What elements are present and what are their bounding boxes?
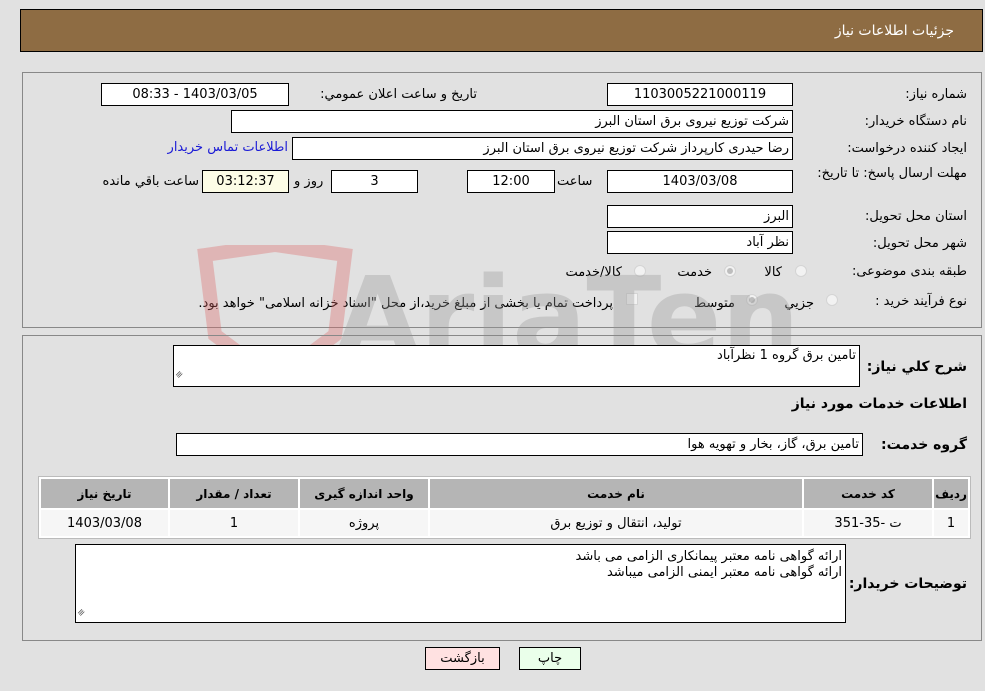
city-label: شهر محل تحویل:: [872, 236, 967, 251]
cell-service-code: ت -35-351: [804, 510, 932, 536]
cell-service-name: تولید، انتقال و توزیع برق: [430, 510, 802, 536]
service-group-label: گروه خدمت:: [881, 437, 967, 453]
page-header: جزئیات اطلاعات نیاز: [20, 9, 983, 52]
category-option-goods: کالا: [764, 265, 782, 280]
table-header-row: ردیف کد خدمت نام خدمت واحد اندازه گیری ت…: [41, 479, 968, 508]
remaining-label: ساعت باقي مانده: [102, 174, 199, 189]
treasury-note: پرداخت تمام یا بخشی از مبلغ خرید،از محل …: [198, 296, 613, 311]
cell-unit: پروژه: [300, 510, 428, 536]
remaining-time-field: 03:12:37: [202, 170, 289, 193]
need-number-field: 1103005221000119: [607, 83, 793, 106]
buyer-org-field: شرکت توزیع نیروی برق استان البرز: [231, 110, 793, 133]
table-row: 1 ت -35-351 تولید، انتقال و توزیع برق پر…: [41, 510, 968, 536]
buyer-contact-link[interactable]: اطلاعات تماس خریدار: [156, 140, 288, 155]
deadline-label: مهلت ارسال پاسخ: تا تاریخ:: [817, 166, 967, 181]
resize-grip-icon[interactable]: ≡: [174, 365, 190, 384]
days-label: روز و: [294, 174, 324, 189]
category-option-goods-service: کالا/خدمت: [565, 265, 622, 280]
city-field: نظر آباد: [607, 231, 793, 254]
category-label: طبقه بندی موضوعی:: [851, 264, 967, 279]
process-label: نوع فرآیند خرید :: [875, 294, 967, 309]
process-radio-minor[interactable]: [826, 294, 838, 306]
cell-quantity: 1: [170, 510, 298, 536]
resize-grip-icon[interactable]: ≡: [76, 605, 90, 622]
announce-field: 1403/03/05 - 08:33: [101, 83, 289, 106]
buyer-notes-label: توضیحات خریدار:: [848, 576, 967, 592]
province-field: البرز: [607, 205, 793, 228]
deadline-time-field: 12:00: [467, 170, 555, 193]
col-unit: واحد اندازه گیری: [300, 479, 428, 508]
need-description-field: تامین برق گروه 1 نظرآباد ≡: [173, 345, 860, 387]
page-title: جزئیات اطلاعات نیاز: [834, 23, 954, 39]
province-label: استان محل تحویل:: [865, 209, 967, 224]
print-button[interactable]: چاپ: [519, 647, 581, 670]
back-button[interactable]: بازگشت: [425, 647, 500, 670]
buyer-note-line: ارائه گواهی نامه معتبر ایمنی الزامی میبا…: [606, 565, 842, 580]
need-description-label: شرح کلي نياز:: [866, 359, 967, 375]
col-need-date: تاریخ نیاز: [41, 479, 168, 508]
service-group-field: تامین برق، گاز، بخار و تهویه هوا: [176, 433, 863, 456]
category-radio-goods-service[interactable]: [634, 265, 646, 277]
process-option-minor: جزيي: [784, 296, 814, 311]
buyer-org-label: نام دستگاه خريدار:: [864, 114, 967, 129]
need-number-label: شماره نیاز:: [905, 87, 967, 102]
col-row-number: ردیف: [934, 479, 968, 508]
process-option-medium: متوسط: [694, 296, 735, 311]
buyer-note-line: ارائه گواهی نامه معتبر پیمانکاری الزامی …: [575, 549, 842, 564]
buyer-notes-field: ارائه گواهی نامه معتبر پیمانکاری الزامی …: [75, 544, 846, 623]
cell-need-date: 1403/03/08: [41, 510, 168, 536]
announce-label: تاریخ و ساعت اعلان عمومي:: [320, 87, 477, 102]
col-quantity: تعداد / مقدار: [170, 479, 298, 508]
services-table-wrapper: ردیف کد خدمت نام خدمت واحد اندازه گیری ت…: [38, 476, 971, 539]
services-heading: اطلاعات خدمات مورد نياز: [791, 396, 967, 412]
col-service-name: نام خدمت: [430, 479, 802, 508]
process-radio-medium[interactable]: [746, 294, 758, 306]
days-field: 3: [331, 170, 418, 193]
cell-row-number: 1: [934, 510, 968, 536]
col-service-code: کد خدمت: [804, 479, 932, 508]
treasury-checkbox[interactable]: [626, 293, 638, 305]
category-option-service: خدمت: [677, 265, 712, 280]
category-radio-goods[interactable]: [795, 265, 807, 277]
need-description-text: تامین برق گروه 1 نظرآباد: [717, 348, 856, 363]
category-radio-service[interactable]: [724, 265, 736, 277]
deadline-time-label: ساعت: [557, 174, 593, 189]
services-table: ردیف کد خدمت نام خدمت واحد اندازه گیری ت…: [39, 477, 970, 538]
creator-label: ایجاد کننده درخواست:: [847, 141, 967, 156]
deadline-date-field: 1403/03/08: [607, 170, 793, 193]
creator-field: رضا حیدری کارپرداز شرکت توزیع نیروی برق …: [292, 137, 793, 160]
